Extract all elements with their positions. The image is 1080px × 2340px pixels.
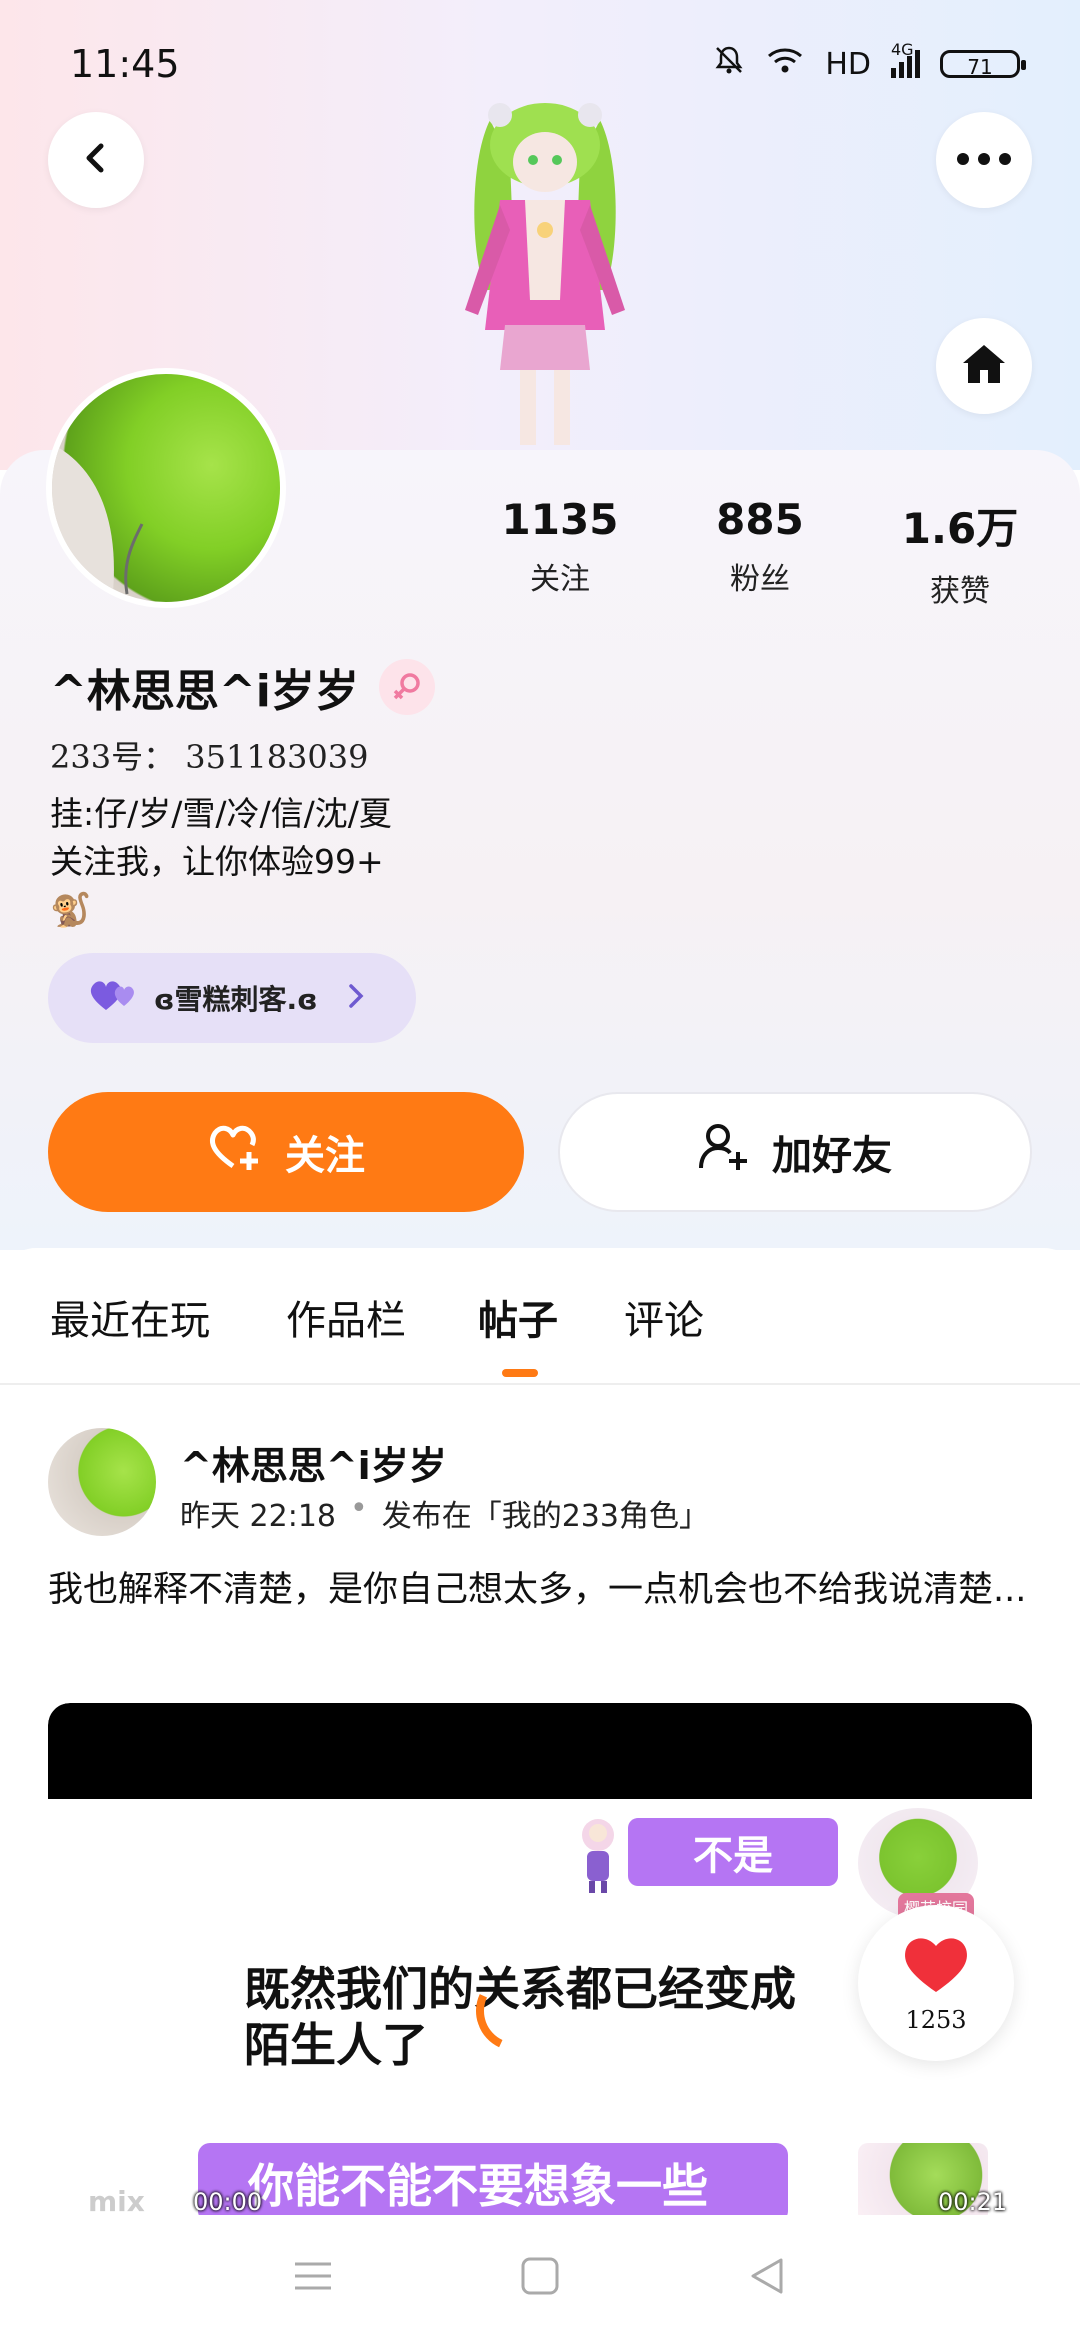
follow-button[interactable]: 关注 — [48, 1092, 524, 1212]
back-triangle-icon[interactable] — [747, 2256, 787, 2300]
hearts-icon — [88, 978, 140, 1018]
post-meta: 昨天 22:18 • 发布在「我的233角色」 — [180, 1491, 709, 1535]
followers-stat[interactable]: 885 粉丝 — [680, 495, 840, 610]
chibi-character-icon — [573, 1815, 623, 1895]
mute-bell-icon — [713, 44, 745, 84]
battery-icon: 71 — [940, 50, 1026, 79]
add-friend-button[interactable]: 加好友 — [558, 1092, 1032, 1212]
home-square-icon[interactable] — [520, 2256, 560, 2300]
bio-line: 关注我，让你体验99+ — [50, 842, 384, 881]
more-button[interactable] — [936, 112, 1032, 208]
back-button[interactable] — [48, 112, 144, 208]
female-gender-icon — [378, 659, 435, 715]
network-type: HD — [825, 46, 871, 82]
post-card[interactable]: ^林思思^i岁岁 昨天 22:18 • 发布在「我的233角色」 我也解释不清楚… — [0, 1385, 1080, 2215]
video-current-time: 00:00 — [193, 2188, 263, 2215]
profile-name-row: ^林思思^i岁岁 — [50, 655, 435, 719]
profile-bio: 挂:仔/岁/雪/冷/信/沈/夏 关注我，让你体验99+ 🐒 — [50, 790, 392, 934]
likes-count: 1.6万 — [901, 504, 1019, 553]
video-duration: 00:21 — [938, 2188, 1008, 2215]
home-icon — [960, 342, 1008, 390]
bio-line: 挂:仔/岁/雪/冷/信/沈/夏 — [50, 794, 392, 833]
post-location[interactable]: 发布在「我的233角色」 — [382, 1491, 709, 1535]
tab-works[interactable]: 作品栏 — [286, 1288, 406, 1346]
avatar[interactable] — [46, 368, 286, 608]
like-count: 1253 — [905, 2006, 967, 2034]
meta-separator: • — [350, 1491, 368, 1526]
follow-label: 关注 — [285, 1133, 365, 1179]
cell-signal-icon: 4G — [891, 40, 920, 78]
likes-label: 获赞 — [930, 574, 990, 609]
chat-bubble-top: 不是 — [628, 1818, 838, 1886]
following-label: 关注 — [530, 562, 590, 597]
tab-posts[interactable]: 帖子 — [478, 1288, 558, 1346]
monkey-emoji: 🐒 — [50, 890, 92, 929]
followers-label: 粉丝 — [730, 562, 790, 597]
home-button[interactable] — [936, 318, 1032, 414]
menu-icon[interactable] — [293, 2258, 333, 2298]
avatar-character-figure — [430, 100, 660, 450]
wifi-icon — [765, 44, 805, 84]
signal-label: 4G — [891, 40, 914, 59]
post-author-name[interactable]: ^林思思^i岁岁 — [180, 1435, 447, 1490]
post-time: 昨天 22:18 — [180, 1499, 336, 1534]
followers-count: 885 — [716, 495, 804, 544]
status-time: 11:45 — [70, 42, 180, 86]
tab-recently-played[interactable]: 最近在玩 — [50, 1288, 210, 1346]
watermark: mix — [88, 2185, 145, 2215]
heart-icon — [900, 1932, 972, 2000]
status-icons: HD 4G 71 — [713, 40, 1026, 84]
following-count: 1135 — [501, 495, 619, 544]
more-dots-icon — [956, 151, 1012, 170]
add-friend-label: 加好友 — [772, 1133, 892, 1179]
following-stat[interactable]: 1135 关注 — [480, 495, 640, 610]
profile-tabs: 最近在玩 作品栏 帖子 评论 — [0, 1248, 1080, 1385]
profile-name: ^林思思^i岁岁 — [50, 666, 359, 717]
tab-comments[interactable]: 评论 — [624, 1288, 704, 1346]
heart-plus-icon — [207, 1122, 263, 1182]
add-user-icon — [698, 1122, 750, 1182]
chevron-right-icon — [346, 982, 366, 1014]
like-button[interactable]: 1253 — [858, 1905, 1014, 2061]
user-id: 233号： 351183039 — [50, 738, 369, 776]
active-tab-indicator — [502, 1369, 538, 1377]
likes-stat[interactable]: 1.6万 获赞 — [880, 495, 1040, 610]
intimacy-badge[interactable]: ɞ雪糕刺客.ɞ — [48, 953, 416, 1043]
system-navigation-bar — [0, 2215, 1080, 2340]
post-text[interactable]: 我也解释不清楚，是你自己想太多，一点机会也不给我说清楚... — [48, 1563, 1038, 1617]
chat-bubble-bottom: 你能不能不要想象一些 — [198, 2143, 788, 2215]
chevron-left-icon — [78, 140, 114, 180]
profile-stats: 1135 关注 885 粉丝 1.6万 获赞 — [480, 495, 1040, 610]
avatar-image — [52, 444, 144, 602]
badge-text: ɞ雪糕刺客.ɞ — [154, 983, 318, 1016]
video-top-bar — [48, 1703, 1032, 1799]
post-author-avatar[interactable] — [48, 1428, 156, 1536]
